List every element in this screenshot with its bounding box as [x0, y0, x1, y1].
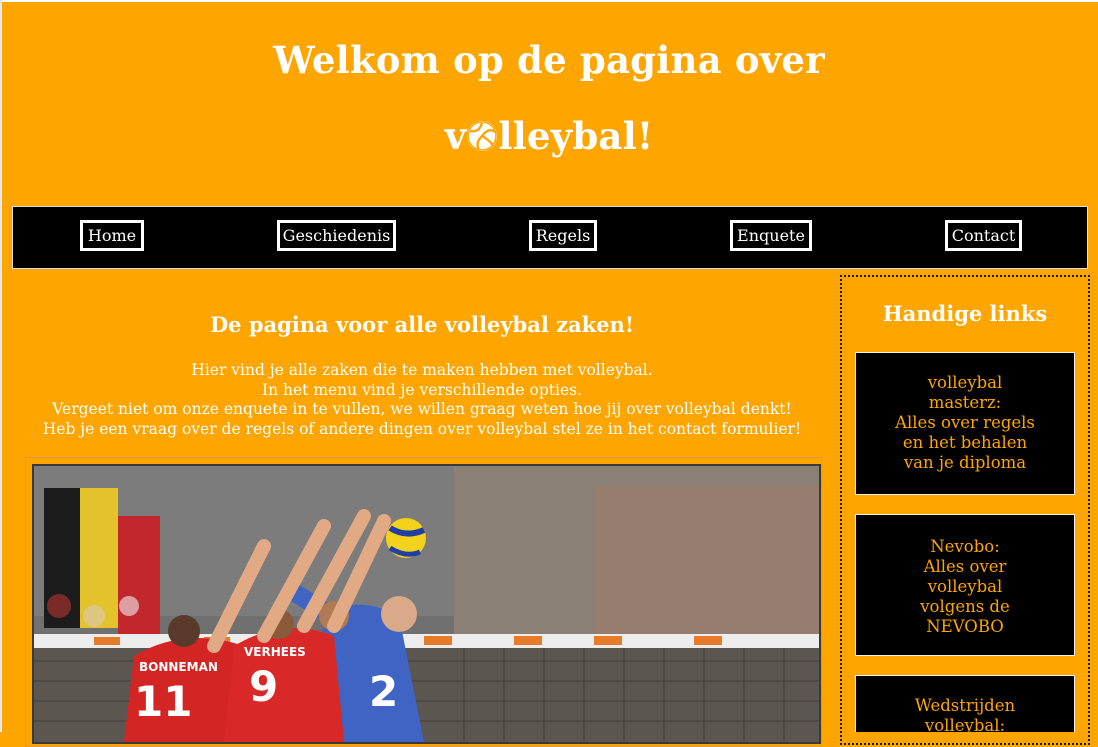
nav-enquete[interactable]: Enquete: [730, 220, 812, 251]
link-volleybal-masterz[interactable]: volleybal masterz: Alles over regels en …: [855, 352, 1075, 495]
jersey-number: 9: [249, 662, 278, 711]
jersey-number: 11: [134, 677, 192, 726]
main-navigation: Home Geschiedenis Regels Enquete Contact: [12, 206, 1088, 269]
link-line: Alles over regels: [895, 413, 1035, 432]
nav-regels[interactable]: Regels: [529, 220, 597, 251]
link-line: Alles over: [923, 557, 1007, 576]
main-heading: De pagina voor alle volleybal zaken!: [209, 312, 635, 337]
link-line: en het behalen: [902, 433, 1028, 452]
intro-line: Vergeet niet om onze enquete in te vulle…: [52, 400, 792, 418]
link-line: Nevobo:: [930, 537, 1000, 556]
link-line: NEVOBO: [926, 617, 1004, 636]
jersey-number: 2: [369, 667, 398, 716]
page-title-line1: Welkom op de pagina over: [273, 38, 825, 82]
link-line: volleybal: [927, 373, 1003, 392]
volleyball-photo: BONNEMAN VERHEES 11 9 2: [32, 464, 821, 744]
link-line: masterz:: [928, 393, 1002, 412]
intro-line: Hier vind je alle zaken die te maken heb…: [191, 361, 653, 379]
link-wedstrijden[interactable]: Wedstrijden volleybal:: [855, 675, 1075, 735]
sidebar-title: Handige links: [882, 301, 1048, 326]
intro-line: Heb je een vraag over de regels of ander…: [42, 419, 802, 438]
link-nevobo[interactable]: Nevobo: Alles over volleybal volgens de …: [855, 514, 1075, 656]
nav-geschiedenis[interactable]: Geschiedenis: [277, 220, 396, 251]
nav-contact[interactable]: Contact: [945, 220, 1022, 251]
volleyball-icon: [467, 121, 498, 151]
jersey-name: VERHEES: [244, 645, 306, 659]
title-prefix: v: [444, 114, 467, 158]
window-left-border: [0, 0, 2, 732]
intro-text: Hier vind je alle zaken die te maken heb…: [12, 361, 832, 439]
title-suffix: lleybal!: [498, 114, 654, 158]
page-title-line2: v lleybal!: [0, 114, 1098, 158]
link-line: van je diploma: [903, 453, 1027, 472]
intro-line: In het menu vind je verschillende opties…: [261, 380, 583, 399]
nav-home[interactable]: Home: [80, 220, 144, 251]
link-line: Wedstrijden: [914, 696, 1016, 715]
volleyball-photo-illustration: BONNEMAN VERHEES 11 9 2: [34, 466, 819, 742]
window-top-border: [0, 0, 1098, 2]
jersey-name: BONNEMAN: [139, 660, 218, 674]
link-line: volgens de: [920, 597, 1010, 616]
link-line: volleybal: [927, 577, 1003, 596]
link-line: volleybal:: [924, 716, 1006, 735]
